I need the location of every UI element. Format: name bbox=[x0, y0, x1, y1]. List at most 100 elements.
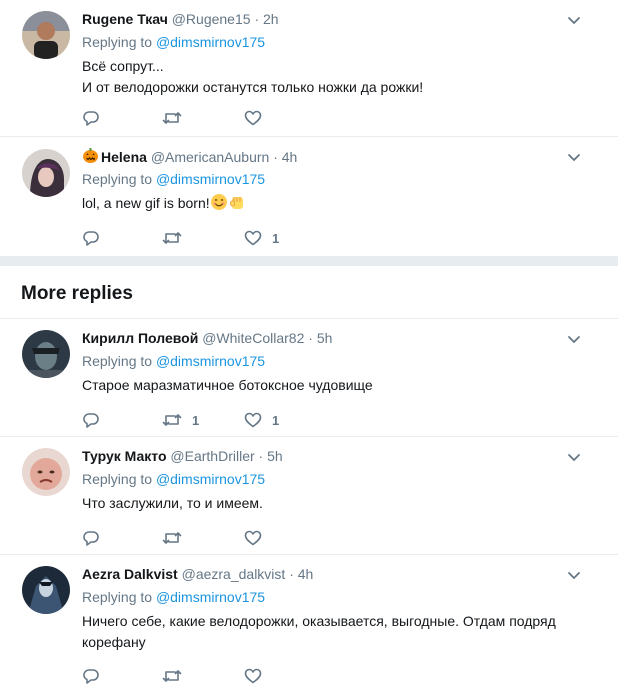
retweet-button[interactable] bbox=[162, 666, 192, 686]
tweet-actions bbox=[82, 666, 342, 686]
replying-to: Replying to @dimsmirnov175 bbox=[82, 33, 265, 51]
author-handle[interactable]: @Rugene15 bbox=[172, 11, 251, 27]
jack-o-lantern-icon bbox=[82, 147, 99, 168]
like-button[interactable]: 1 bbox=[244, 228, 279, 248]
retweet-button[interactable]: 1 bbox=[162, 410, 199, 430]
tweet-actions bbox=[82, 108, 342, 128]
like-button[interactable]: 1 bbox=[244, 410, 279, 430]
author-name[interactable]: Турук Макто bbox=[82, 448, 167, 464]
replying-to-label: Replying to bbox=[82, 471, 153, 487]
replying-to: Replying to @dimsmirnov175 bbox=[82, 170, 265, 188]
reply-icon bbox=[83, 111, 99, 126]
author-name[interactable]: Helena bbox=[101, 149, 147, 165]
avatar[interactable] bbox=[22, 448, 70, 496]
reply-icon bbox=[83, 669, 99, 684]
replying-to-label: Replying to bbox=[82, 34, 153, 50]
replying-to: Replying to @dimsmirnov175 bbox=[82, 470, 265, 488]
tweet-text: Всё сопрут... И от велодорожки останутся… bbox=[82, 56, 588, 98]
chevron-down-icon[interactable] bbox=[566, 12, 582, 28]
tweet[interactable]: Aezra Dalkvist @aezra_dalkvist · 4h Repl… bbox=[0, 555, 618, 684]
author-handle[interactable]: @AmericanAuburn bbox=[151, 149, 270, 165]
replying-to-label: Replying to bbox=[82, 589, 153, 605]
chevron-down-icon[interactable] bbox=[566, 449, 582, 465]
retweet-count: 1 bbox=[192, 412, 200, 428]
replying-to: Replying to @dimsmirnov175 bbox=[82, 588, 265, 606]
tweet[interactable]: Турук Макто @EarthDriller · 5h Replying … bbox=[0, 437, 618, 555]
tweet[interactable]: Helena @AmericanAuburn · 4h Replying to … bbox=[0, 137, 618, 256]
timestamp[interactable]: 4h bbox=[298, 566, 314, 582]
like-count: 1 bbox=[272, 230, 280, 246]
more-replies-title: More replies bbox=[21, 283, 133, 304]
timestamp[interactable]: 5h bbox=[267, 448, 283, 464]
reply-icon bbox=[83, 231, 99, 246]
chevron-down-icon[interactable] bbox=[566, 331, 582, 347]
author-handle[interactable]: @EarthDriller bbox=[170, 448, 254, 464]
tweet-text-line: Что заслужили, то и имеем. bbox=[82, 495, 263, 511]
tweet-actions: 1 1 bbox=[82, 410, 342, 430]
chevron-down-icon[interactable] bbox=[566, 567, 582, 583]
raised-fist-icon bbox=[228, 193, 246, 217]
tweet-text-line: Всё сопрут... bbox=[82, 58, 164, 74]
avatar[interactable] bbox=[22, 11, 70, 59]
retweet-button[interactable] bbox=[162, 228, 192, 248]
like-button[interactable] bbox=[244, 666, 272, 686]
author-handle[interactable]: @aezra_dalkvist bbox=[182, 566, 286, 582]
avatar[interactable] bbox=[22, 149, 70, 197]
avatar[interactable] bbox=[22, 330, 70, 378]
separator-dot: · bbox=[273, 149, 278, 165]
tweet[interactable]: Кирилл Полевой @WhiteCollar82 · 5h Reply… bbox=[0, 319, 618, 437]
tweet-actions bbox=[82, 528, 342, 548]
timestamp[interactable]: 2h bbox=[263, 11, 279, 27]
like-button[interactable] bbox=[244, 528, 272, 548]
timestamp[interactable]: 4h bbox=[282, 149, 298, 165]
heart-icon bbox=[244, 110, 262, 126]
reply-icon bbox=[83, 413, 99, 428]
reply-button[interactable] bbox=[82, 410, 100, 430]
replying-to-link[interactable]: @dimsmirnov175 bbox=[156, 171, 265, 187]
replying-to-link[interactable]: @dimsmirnov175 bbox=[156, 471, 265, 487]
replying-to: Replying to @dimsmirnov175 bbox=[82, 352, 265, 370]
avatar[interactable] bbox=[22, 566, 70, 614]
reply-button[interactable] bbox=[82, 108, 100, 128]
retweet-button[interactable] bbox=[162, 528, 192, 548]
replying-to-link[interactable]: @dimsmirnov175 bbox=[156, 34, 265, 50]
author-name[interactable]: Кирилл Полевой bbox=[82, 330, 198, 346]
tweet[interactable]: Rugene Ткач @Rugene15 · 2h Replying to @… bbox=[0, 0, 618, 137]
tweet-actions: 1 bbox=[82, 228, 342, 248]
separator-dot: · bbox=[258, 448, 264, 464]
tweet-text: lol, a new gif is born! bbox=[82, 193, 588, 217]
tweet-text-line: Старое маразматичное ботоксное чудовище bbox=[82, 377, 373, 393]
tweet-text-line: Ничего себе, какие велодорожки, оказывае… bbox=[82, 613, 556, 629]
timestamp[interactable]: 5h bbox=[317, 330, 333, 346]
separator-dot: · bbox=[289, 566, 294, 582]
tweet-text-line: И от велодорожки останутся только ножки … bbox=[82, 79, 424, 95]
retweet-button[interactable] bbox=[162, 108, 192, 128]
retweet-icon bbox=[162, 414, 182, 426]
tweet-text: Ничего себе, какие велодорожки, оказывае… bbox=[82, 611, 588, 653]
replying-to-link[interactable]: @dimsmirnov175 bbox=[156, 353, 265, 369]
section-separator bbox=[0, 256, 618, 266]
reply-icon bbox=[83, 531, 99, 546]
reply-button[interactable] bbox=[82, 528, 100, 548]
chevron-down-icon[interactable] bbox=[566, 149, 582, 165]
replying-to-label: Replying to bbox=[82, 353, 153, 369]
reply-button[interactable] bbox=[82, 228, 100, 248]
author-name[interactable]: Aezra Dalkvist bbox=[82, 566, 178, 582]
more-replies-header: More replies bbox=[0, 266, 618, 319]
replying-to-label: Replying to bbox=[82, 171, 153, 187]
heart-icon bbox=[244, 668, 262, 684]
like-count: 1 bbox=[272, 412, 280, 428]
replying-to-link[interactable]: @dimsmirnov175 bbox=[156, 589, 265, 605]
retweet-icon bbox=[162, 670, 182, 682]
smiling-face-icon bbox=[210, 193, 228, 217]
author-name[interactable]: Rugene Ткач bbox=[82, 11, 168, 27]
tweet-text: Что заслужили, то и имеем. bbox=[82, 493, 588, 514]
like-button[interactable] bbox=[244, 108, 272, 128]
separator-dot: · bbox=[308, 330, 313, 346]
tweet-text-line: lol, a new gif is born! bbox=[82, 193, 588, 217]
reply-button[interactable] bbox=[82, 666, 100, 686]
author-handle[interactable]: @WhiteCollar82 bbox=[202, 330, 304, 346]
tweet-text-line: корефану bbox=[82, 634, 146, 650]
tweet-text: Старое маразматичное ботоксное чудовище bbox=[82, 375, 588, 396]
heart-icon bbox=[244, 530, 262, 546]
